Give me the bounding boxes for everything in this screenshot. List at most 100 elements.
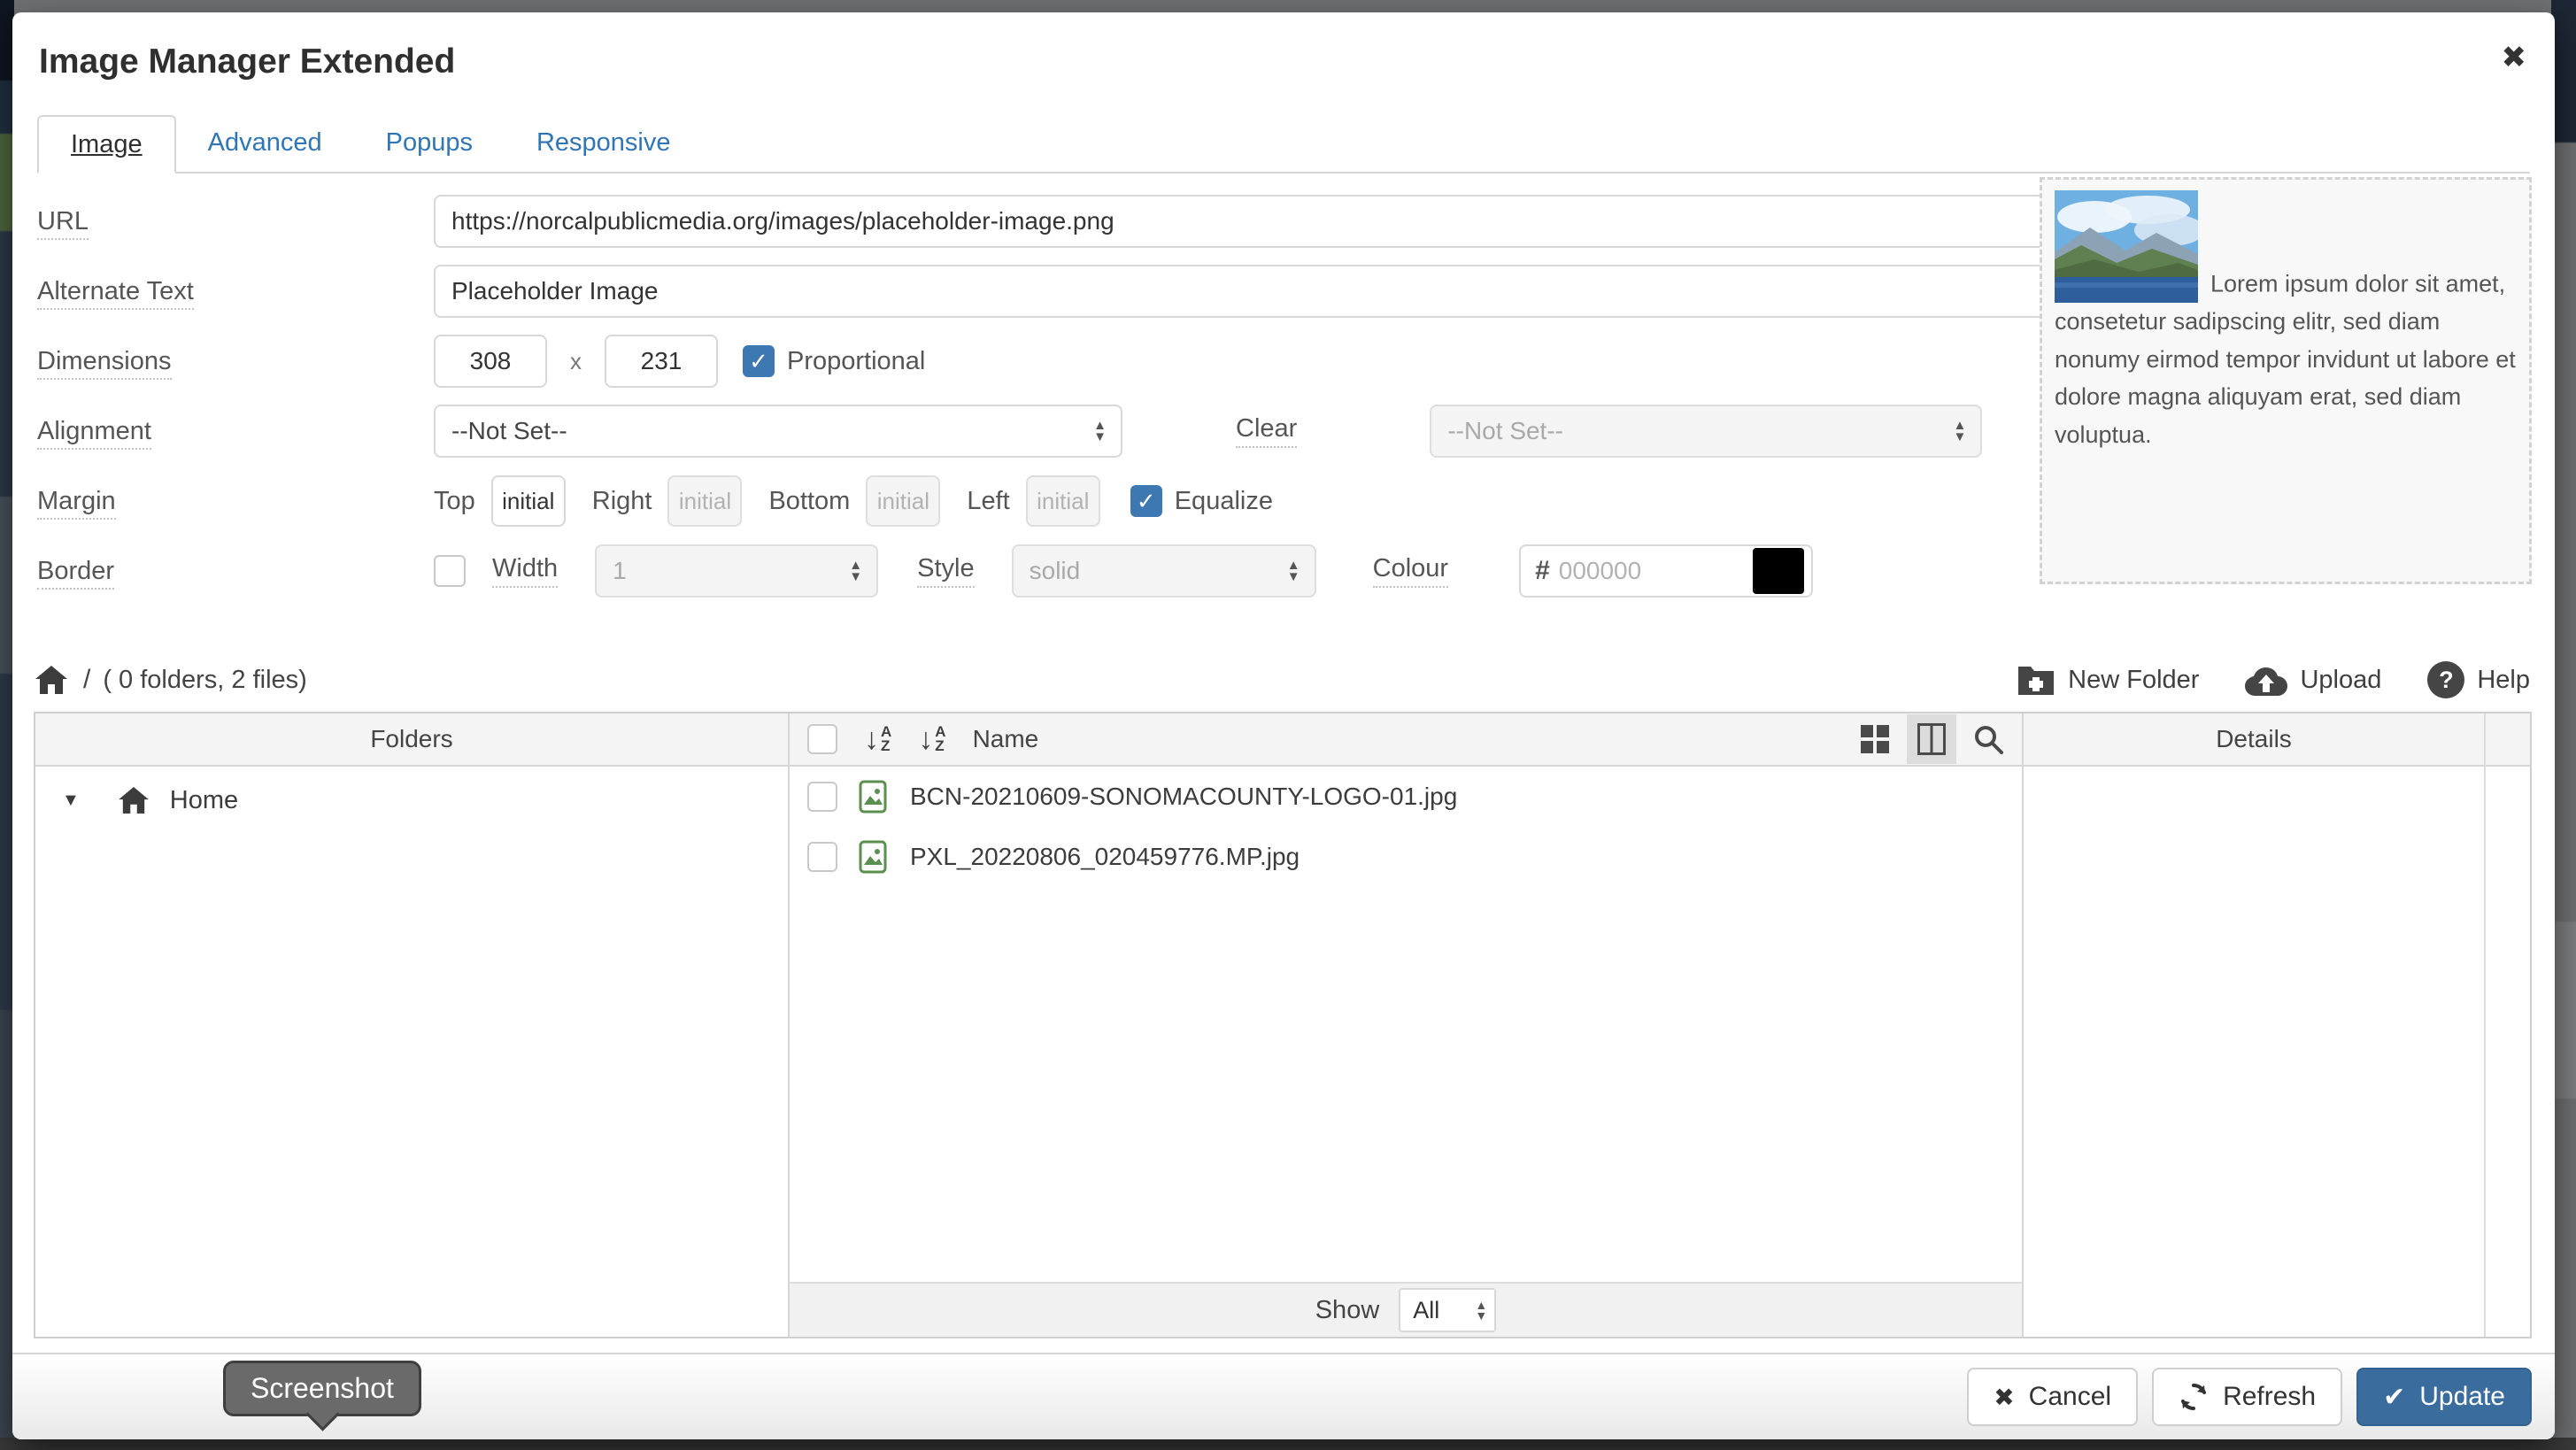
file-row[interactable]: PXL_20220806_020459776.MP.jpg	[790, 827, 2022, 887]
clear-link[interactable]: Clear	[1236, 414, 1297, 448]
select-arrows-icon: ▲▼	[1475, 1300, 1487, 1321]
folder-item-home[interactable]: ▼ Home	[35, 767, 788, 834]
select-arrows-icon: ▲▼	[1287, 559, 1300, 582]
proportional-label: Proportional	[787, 347, 925, 376]
search-icon[interactable]	[1963, 714, 2013, 764]
show-select[interactable]: All ▲▼	[1399, 1288, 1496, 1332]
folder-summary: ( 0 folders, 2 files)	[103, 666, 306, 695]
files-footer: Show All ▲▼	[790, 1282, 2022, 1337]
colour-swatch[interactable]	[1753, 548, 1804, 594]
file-checkbox[interactable]	[807, 842, 837, 872]
home-folder-icon	[119, 787, 149, 814]
details-body	[2024, 767, 2530, 1337]
margin-top-label: Top	[434, 487, 475, 516]
file-list: BCN-20210609-SONOMACOUNTY-LOGO-01.jpg PX…	[790, 767, 2022, 1282]
url-input[interactable]	[434, 195, 2045, 248]
breadcrumb-separator: /	[83, 665, 90, 695]
column-view-icon[interactable]	[1907, 714, 1956, 764]
margin-bottom-input[interactable]	[866, 475, 940, 527]
border-width-select[interactable]: 1 ▲▼	[595, 544, 878, 598]
dialog-title: Image Manager Extended	[39, 42, 455, 81]
dimensions-label: Dimensions	[37, 347, 172, 380]
tab-bar: Image Advanced Popups Responsive	[37, 115, 2530, 174]
files-panel: ↓ AZ ↓ AZ Name	[790, 713, 2024, 1337]
image-form: URL Alternate Text Dimensions x ✓ Propor…	[37, 195, 2064, 614]
border-row: Border Width 1 ▲▼ Style solid ▲▼ Colour …	[37, 544, 2064, 598]
width-input[interactable]	[434, 335, 547, 388]
show-label: Show	[1315, 1296, 1380, 1325]
image-preview-box: Lorem ipsum dolor sit amet, consetetur s…	[2040, 177, 2532, 584]
alignment-secondary-select[interactable]: --Not Set-- ▲▼	[1430, 405, 1982, 458]
image-file-icon	[859, 780, 887, 814]
close-icon[interactable]: ✖	[2502, 42, 2527, 73]
folders-panel: Folders ▼ Home	[35, 713, 790, 1337]
tab-advanced[interactable]: Advanced	[176, 113, 354, 172]
update-check-icon: ✔	[2383, 1382, 2405, 1413]
file-checkbox[interactable]	[807, 782, 837, 812]
caret-down-icon[interactable]: ▼	[62, 791, 80, 811]
select-arrows-icon: ▲▼	[1093, 420, 1107, 443]
proportional-checkbox[interactable]: ✓	[743, 345, 775, 377]
cancel-button[interactable]: ✖ Cancel	[1967, 1368, 2138, 1426]
border-colour-input[interactable]	[1559, 557, 1753, 585]
details-panel: Details	[2024, 713, 2530, 1337]
files-header: ↓ AZ ↓ AZ Name	[790, 713, 2022, 767]
file-row[interactable]: BCN-20210609-SONOMACOUNTY-LOGO-01.jpg	[790, 767, 2022, 827]
background-page-bottom-edge	[0, 1438, 2576, 1450]
cancel-x-icon: ✖	[1994, 1383, 2014, 1412]
home-icon[interactable]	[35, 666, 67, 694]
border-colour-field: #	[1519, 544, 1813, 598]
select-all-checkbox[interactable]	[807, 724, 837, 754]
margin-right-label: Right	[592, 487, 652, 516]
url-label: URL	[37, 207, 89, 240]
tab-image[interactable]: Image	[37, 115, 176, 174]
details-scrollbar-divider	[2484, 713, 2486, 1337]
upload-icon	[2245, 664, 2287, 696]
tab-popups[interactable]: Popups	[354, 113, 505, 172]
new-folder-icon	[2017, 663, 2055, 697]
margin-right-input[interactable]	[667, 475, 742, 527]
height-input[interactable]	[605, 335, 718, 388]
folder-item-label: Home	[170, 786, 238, 815]
folders-header: Folders	[35, 713, 788, 767]
new-folder-button[interactable]: New Folder	[2017, 663, 2199, 697]
screenshot-tooltip: Screenshot	[223, 1361, 421, 1416]
margin-row: Margin Top Right Bottom Left ✓ Equalize	[37, 474, 2064, 528]
dimensions-row: Dimensions x ✓ Proportional	[37, 335, 2064, 388]
tab-responsive[interactable]: Responsive	[505, 113, 703, 172]
grid-view-icon[interactable]	[1850, 714, 1900, 764]
name-column-header: Name	[973, 725, 1039, 753]
refresh-button[interactable]: Refresh	[2152, 1368, 2342, 1426]
border-colour-label: Colour	[1373, 554, 1448, 588]
alternate-text-input[interactable]	[434, 265, 2045, 318]
border-label: Border	[37, 557, 114, 590]
sort-date-icon[interactable]: ↓ AZ	[918, 724, 945, 754]
url-row: URL	[37, 195, 2064, 248]
background-page-right-edge	[2551, 0, 2576, 1450]
help-icon: ?	[2427, 661, 2464, 698]
border-style-label: Style	[917, 554, 974, 588]
alignment-select[interactable]: --Not Set-- ▲▼	[434, 405, 1122, 458]
file-name: PXL_20220806_020459776.MP.jpg	[910, 843, 1300, 871]
file-name: BCN-20210609-SONOMACOUNTY-LOGO-01.jpg	[910, 783, 1457, 811]
breadcrumb-bar: / ( 0 folders, 2 files) New Folder Uploa…	[35, 653, 2530, 706]
border-width-label: Width	[492, 554, 558, 588]
border-checkbox[interactable]	[434, 555, 466, 587]
help-button[interactable]: ? Help	[2427, 661, 2530, 698]
alternate-text-row: Alternate Text	[37, 265, 2064, 318]
dimensions-x-separator: x	[570, 348, 582, 375]
hash-prefix: #	[1535, 556, 1550, 586]
browser-actions: New Folder Upload ? Help	[2017, 661, 2530, 698]
margin-bottom-label: Bottom	[768, 487, 850, 516]
upload-button[interactable]: Upload	[2245, 664, 2381, 696]
preview-thumbnail-image	[2055, 190, 2198, 303]
alignment-label: Alignment	[37, 417, 151, 450]
margin-top-input[interactable]	[491, 475, 566, 527]
equalize-checkbox[interactable]: ✓	[1130, 485, 1162, 517]
alternate-text-label: Alternate Text	[37, 277, 194, 310]
update-button[interactable]: ✔ Update	[2356, 1368, 2532, 1426]
margin-left-input[interactable]	[1026, 475, 1100, 527]
border-style-select[interactable]: solid ▲▼	[1012, 544, 1316, 598]
image-manager-dialog: Image Manager Extended ✖ Image Advanced …	[12, 12, 2555, 1439]
sort-name-icon[interactable]: ↓ AZ	[864, 724, 891, 754]
